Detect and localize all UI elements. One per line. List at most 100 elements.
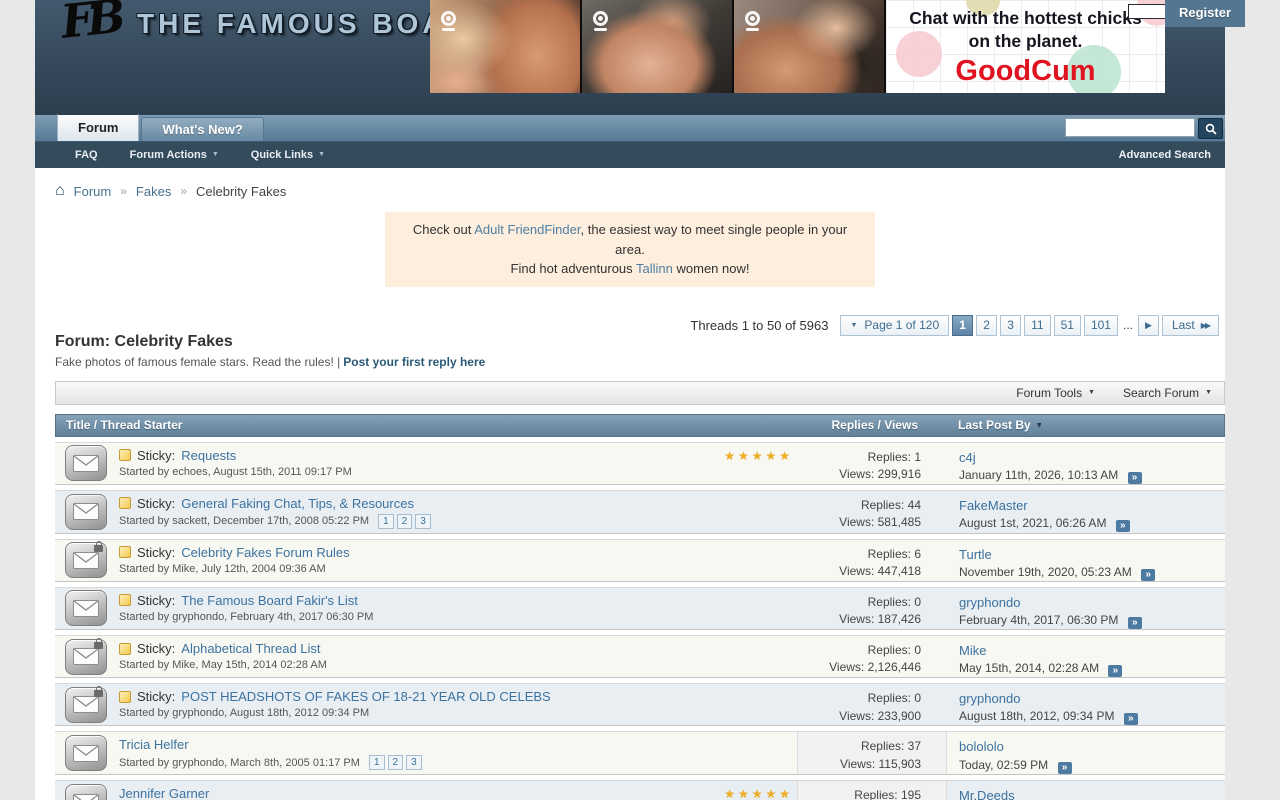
envelope-icon — [65, 735, 107, 771]
search-forum-menu[interactable]: Search Forum▼ — [1123, 386, 1212, 400]
page-button-101[interactable]: 101 — [1084, 315, 1118, 336]
last-post-user-link[interactable]: gryphondo — [959, 595, 1020, 610]
page-button-1[interactable]: 1 — [952, 315, 973, 336]
last-post-user-link[interactable]: Turtle — [959, 547, 992, 562]
mini-page-link-3[interactable]: 3 — [415, 514, 431, 529]
page-button-11[interactable]: 11 — [1024, 315, 1050, 336]
thread-title-link[interactable]: Alphabetical Thread List — [181, 641, 320, 656]
column-title-thread-starter[interactable]: Title / Thread Starter — [56, 418, 796, 432]
replies-count: Replies: 0 — [797, 642, 921, 659]
goto-last-post-icon[interactable]: » — [1141, 569, 1155, 581]
page-button-3[interactable]: 3 — [1000, 315, 1021, 336]
notice-link-city[interactable]: Tallinn — [636, 261, 673, 276]
views-count: Views: 2,126,446 — [797, 659, 921, 676]
login-input-fragment[interactable] — [1128, 4, 1168, 19]
thread-title-link[interactable]: General Faking Chat, Tips, & Resources — [181, 496, 414, 511]
threads-range: Threads 1 to 50 of 5963 — [690, 318, 828, 333]
caret-down-icon: ▼ — [1088, 389, 1095, 396]
thread-title-link[interactable]: Jennifer Garner — [119, 786, 209, 800]
banner-ad[interactable]: Chat with the hottest chicks on the plan… — [430, 0, 1165, 93]
register-button[interactable]: Register — [1165, 0, 1245, 27]
search-input[interactable] — [1065, 118, 1195, 137]
last-post-user-link[interactable]: c4j — [959, 450, 976, 465]
replies-views-cell: Replies: 0 Views: 2,126,446 — [797, 636, 947, 677]
mini-page-link-1[interactable]: 1 — [378, 514, 394, 529]
replies-count: Replies: 1 — [797, 449, 921, 466]
tab-what-s-new[interactable]: What's New? — [141, 117, 263, 141]
thread-title-link[interactable]: POST HEADSHOTS OF FAKES OF 18-21 YEAR OL… — [181, 689, 550, 704]
last-post-user-link[interactable]: bolololo — [959, 739, 1004, 754]
replies-count: Replies: 44 — [797, 497, 921, 514]
ad-photo-2[interactable] — [582, 0, 732, 93]
thread-title-cell: Sticky: Celebrity Fakes Forum Rules Star… — [117, 540, 797, 581]
notice-box: Check out Adult FriendFinder, the easies… — [385, 212, 875, 287]
mini-page-link-1[interactable]: 1 — [369, 755, 385, 770]
secondary-nav-bar: FAQ Forum Actions▼ Quick Links▼ Advanced S… — [35, 142, 1225, 168]
sticky-label: Sticky: — [137, 496, 175, 511]
last-post-user-link[interactable]: FakeMaster — [959, 498, 1028, 513]
page-button-51[interactable]: 51 — [1054, 315, 1081, 336]
ad-photo-1[interactable] — [430, 0, 580, 93]
mini-page-link-2[interactable]: 2 — [388, 755, 404, 770]
last-page-button[interactable]: Last ▶▶ — [1162, 315, 1219, 336]
thread-started-by: Started by Mike, May 15th, 2014 02:28 AM — [119, 659, 327, 671]
replies-views-cell: Replies: 195 Views: 481,349 — [797, 781, 947, 800]
breadcrumb-forum[interactable]: Forum — [74, 184, 112, 199]
ad-photo-3[interactable] — [734, 0, 884, 93]
envelope-icon — [65, 590, 107, 626]
pagination-row: Threads 1 to 50 of 5963 ▼ Page 1 of 120 … — [690, 315, 1219, 336]
replies-views-cell: Replies: 0 Views: 233,900 — [797, 684, 947, 725]
menu-quick-links[interactable]: Quick Links▼ — [251, 149, 325, 161]
last-post-date: November 19th, 2020, 05:23 AM — [959, 565, 1132, 579]
last-post-date: January 11th, 2026, 10:13 AM — [959, 468, 1118, 482]
breadcrumb: ⌂ Forum»Fakes»Celebrity Fakes — [35, 168, 1225, 199]
column-last-post-by[interactable]: Last Post By ▼ — [946, 418, 1224, 432]
tab-forum[interactable]: Forum — [57, 112, 139, 141]
first-reply-link[interactable]: Post your first reply here — [343, 355, 485, 369]
last-post-user-link[interactable]: gryphondo — [959, 691, 1020, 706]
thread-title-cell: Sticky: Requests Started by echoes, Augu… — [117, 443, 797, 484]
goto-last-post-icon[interactable]: » — [1124, 713, 1138, 725]
caret-down-icon: ▼ — [212, 151, 219, 158]
views-count: Views: 187,426 — [797, 611, 921, 628]
last-post-user-link[interactable]: Mr.Deeds — [959, 788, 1015, 800]
search-button[interactable] — [1198, 118, 1223, 139]
goto-last-post-icon[interactable]: » — [1128, 472, 1142, 484]
breadcrumb-fakes[interactable]: Fakes — [136, 184, 171, 199]
search-icon — [1205, 123, 1217, 135]
goto-last-post-icon[interactable]: » — [1108, 665, 1122, 677]
lock-icon — [94, 690, 103, 697]
advanced-search-link[interactable]: Advanced Search — [1119, 149, 1211, 161]
thread-title-cell: Sticky: The Famous Board Fakir's List St… — [117, 588, 797, 629]
thread-title-link[interactable]: Tricia Helfer — [119, 737, 189, 752]
thread-started-by: Started by Mike, July 12th, 2004 09:36 A… — [119, 563, 326, 575]
thread-title-link[interactable]: Requests — [181, 448, 236, 463]
last-post-cell: bolololo Today, 02:59 PM » — [947, 732, 1225, 774]
home-icon[interactable]: ⌂ — [55, 183, 65, 199]
next-page-button[interactable]: ▶ — [1138, 315, 1159, 336]
goto-last-post-icon[interactable]: » — [1058, 762, 1072, 774]
replies-count: Replies: 0 — [797, 594, 921, 611]
notice-link-affiliate[interactable]: Adult FriendFinder — [474, 222, 580, 237]
thread-icon-cell — [55, 636, 117, 677]
thread-title-link[interactable]: The Famous Board Fakir's List — [181, 593, 358, 608]
thread-title-link[interactable]: Celebrity Fakes Forum Rules — [181, 545, 349, 560]
ad-text-panel[interactable]: Chat with the hottest chicks on the plan… — [886, 0, 1165, 93]
table-row: Sticky: Requests Started by echoes, Augu… — [55, 442, 1225, 485]
page-button-2[interactable]: 2 — [976, 315, 997, 336]
goto-last-post-icon[interactable]: » — [1116, 520, 1130, 532]
page-dropdown[interactable]: ▼ Page 1 of 120 — [840, 315, 949, 336]
mini-page-link-2[interactable]: 2 — [397, 514, 413, 529]
last-post-user-link[interactable]: Mike — [959, 643, 986, 658]
replies-views-cell: Replies: 6 Views: 447,418 — [797, 540, 947, 581]
goto-last-post-icon[interactable]: » — [1128, 617, 1142, 629]
mini-page-link-3[interactable]: 3 — [406, 755, 422, 770]
column-replies-views[interactable]: Replies / Views — [796, 418, 946, 432]
envelope-icon — [65, 784, 107, 800]
sticky-note-icon — [119, 691, 131, 703]
menu-forum-actions[interactable]: Forum Actions▼ — [130, 149, 219, 161]
sticky-label: Sticky: — [137, 689, 175, 704]
menu-faq[interactable]: FAQ — [75, 149, 98, 161]
thread-started-by: Started by gryphondo, February 4th, 2017… — [119, 611, 373, 623]
forum-tools-menu[interactable]: Forum Tools▼ — [1016, 386, 1095, 400]
